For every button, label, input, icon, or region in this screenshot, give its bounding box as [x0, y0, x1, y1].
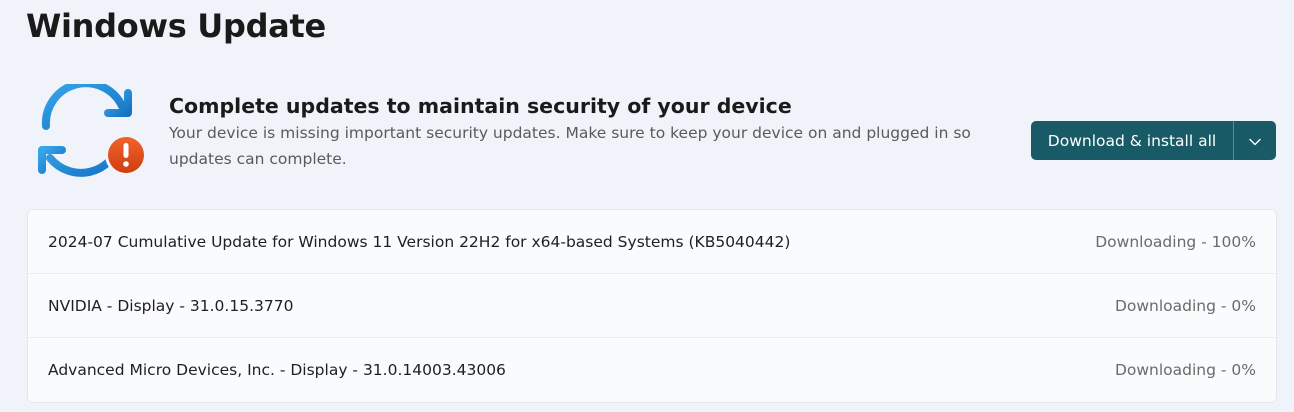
- download-install-all-button[interactable]: Download & install all: [1031, 121, 1234, 160]
- install-options-dropdown-button[interactable]: [1234, 121, 1276, 160]
- status-heading: Complete updates to maintain security of…: [169, 94, 792, 118]
- update-status: Downloading - 0%: [1114, 361, 1256, 379]
- windows-update-page: Windows Update Complete updates to maint…: [0, 0, 1294, 412]
- chevron-down-icon: [1249, 131, 1261, 150]
- update-row: 2024-07 Cumulative Update for Windows 11…: [28, 210, 1276, 274]
- status-description: Your device is missing important securit…: [169, 124, 971, 168]
- update-status: Downloading - 0%: [1114, 296, 1256, 315]
- update-name: Advanced Micro Devices, Inc. - Display -…: [48, 361, 506, 379]
- download-install-all-split-button: Download & install all: [1031, 121, 1276, 160]
- update-row: NVIDIA - Display - 31.0.15.3770 Download…: [28, 274, 1276, 338]
- page-title: Windows Update: [26, 7, 326, 45]
- sync-warning-icon: [38, 79, 150, 178]
- update-status: Downloading - 100%: [1095, 232, 1256, 251]
- update-name: NVIDIA - Display - 31.0.15.3770: [48, 296, 294, 315]
- update-list: 2024-07 Cumulative Update for Windows 11…: [27, 209, 1277, 403]
- update-row: Advanced Micro Devices, Inc. - Display -…: [28, 338, 1276, 402]
- update-name: 2024-07 Cumulative Update for Windows 11…: [48, 232, 791, 251]
